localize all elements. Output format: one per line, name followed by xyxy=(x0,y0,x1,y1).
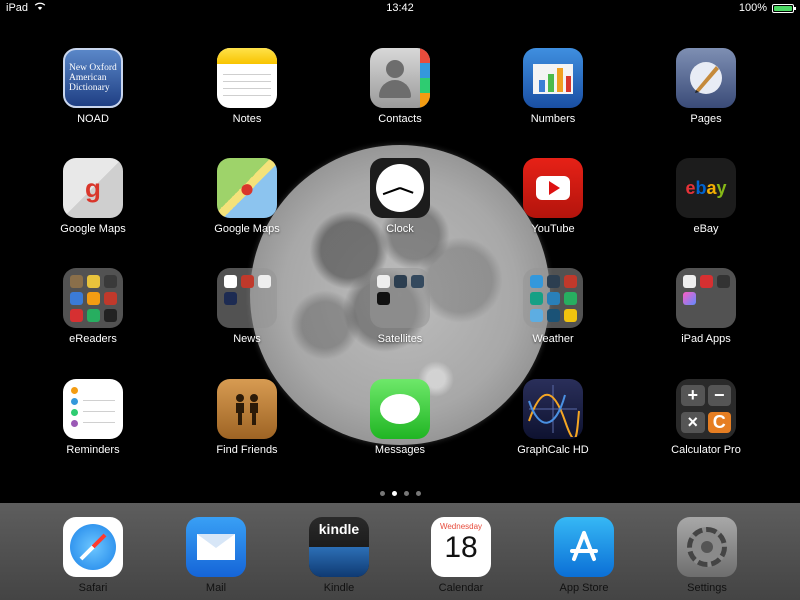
graphcalc-icon xyxy=(523,379,583,439)
calendar-day: 18 xyxy=(444,531,478,564)
status-time: 13:42 xyxy=(386,2,414,14)
app-google-maps-2[interactable]: ● Google Maps xyxy=(187,158,307,235)
status-bar: iPad 13:42 100% xyxy=(0,0,800,16)
app-youtube[interactable]: YouTube xyxy=(493,158,613,235)
page-dot[interactable] xyxy=(415,491,421,496)
app-label: Google Maps xyxy=(60,223,126,235)
notes-icon xyxy=(217,48,277,108)
folder-icon xyxy=(523,268,583,328)
folder-icon xyxy=(63,268,123,328)
ebay-icon: ebay xyxy=(676,158,736,218)
messages-icon xyxy=(370,379,430,439)
mail-icon xyxy=(186,517,246,577)
contacts-icon xyxy=(370,48,430,108)
ebay-logo-text: ebay xyxy=(685,177,727,198)
youtube-icon xyxy=(523,158,583,218)
clock-icon xyxy=(370,158,430,218)
pages-icon xyxy=(676,48,736,108)
dock-safari[interactable]: Safari xyxy=(33,517,153,594)
app-notes[interactable]: Notes xyxy=(187,48,307,125)
kindle-logo-text: kindle xyxy=(318,521,360,537)
app-label: Messages xyxy=(374,444,426,456)
page-dot[interactable] xyxy=(391,491,397,496)
battery-fill xyxy=(774,5,792,11)
app-label: Weather xyxy=(532,333,574,345)
numbers-icon xyxy=(523,48,583,108)
app-label: Numbers xyxy=(530,113,576,125)
safari-icon xyxy=(63,517,123,577)
app-find-friends[interactable]: Find Friends xyxy=(187,379,307,456)
app-graphcalc[interactable]: GraphCalc HD xyxy=(493,379,613,456)
calculator-icon: + − × C xyxy=(676,379,736,439)
app-label: Calculator Pro xyxy=(671,444,741,456)
page-dot[interactable] xyxy=(379,491,385,496)
app-label: GraphCalc HD xyxy=(517,444,589,456)
app-label: App Store xyxy=(559,582,609,594)
status-right: 100% xyxy=(738,2,796,14)
app-noad[interactable]: New Oxford American Dictionary NOAD xyxy=(33,48,153,125)
app-reminders[interactable]: Reminders xyxy=(33,379,153,456)
page-dot[interactable] xyxy=(403,491,409,496)
app-label: Kindle xyxy=(323,582,355,594)
kindle-icon: kindle xyxy=(309,517,369,577)
app-label: Clock xyxy=(386,223,414,235)
calendar-icon: Wednesday 18 xyxy=(431,517,491,577)
app-calculator-pro[interactable]: + − × C Calculator Pro xyxy=(646,379,766,456)
app-pages[interactable]: Pages xyxy=(646,48,766,125)
settings-icon xyxy=(677,517,737,577)
app-label: Satellites xyxy=(377,333,423,345)
oxford-dictionary-icon: New Oxford American Dictionary xyxy=(63,48,123,108)
app-numbers[interactable]: Numbers xyxy=(493,48,613,125)
app-label: Mail xyxy=(205,582,227,594)
folder-icon xyxy=(676,268,736,328)
calendar-weekday: Wednesday xyxy=(439,522,483,531)
folder-ereaders[interactable]: eReaders xyxy=(33,268,153,345)
app-label: eBay xyxy=(693,223,719,235)
app-clock[interactable]: Clock xyxy=(340,158,460,235)
google-maps-icon: g xyxy=(63,158,123,218)
app-label: eReaders xyxy=(69,333,117,345)
app-label: Safari xyxy=(78,582,108,594)
dock-kindle[interactable]: kindle Kindle xyxy=(279,517,399,594)
dock-app-store[interactable]: App Store xyxy=(524,517,644,594)
app-label: iPad Apps xyxy=(681,333,731,345)
battery-icon xyxy=(772,3,796,13)
folder-icon xyxy=(370,268,430,328)
dock-settings[interactable]: Settings xyxy=(647,517,767,594)
app-label: Reminders xyxy=(66,444,120,456)
app-label: Settings xyxy=(687,582,727,594)
app-label: Find Friends xyxy=(216,444,278,456)
reminders-icon xyxy=(63,379,123,439)
noad-icon-text: New Oxford American Dictionary xyxy=(69,63,117,93)
battery-percent: 100% xyxy=(738,2,767,14)
app-label: Contacts xyxy=(378,113,422,125)
app-ebay[interactable]: ebay eBay xyxy=(646,158,766,235)
app-contacts[interactable]: Contacts xyxy=(340,48,460,125)
dock-calendar[interactable]: Wednesday 18 Calendar xyxy=(401,517,521,594)
page-indicator[interactable] xyxy=(0,491,800,496)
app-google-maps-1[interactable]: g Google Maps xyxy=(33,158,153,235)
app-store-icon xyxy=(554,517,614,577)
folder-weather[interactable]: Weather xyxy=(493,268,613,345)
app-label: Notes xyxy=(232,113,262,125)
dock-mail[interactable]: Mail xyxy=(156,517,276,594)
find-friends-icon xyxy=(217,379,277,439)
dock: Safari Mail kindle Kindle Wednesday 18 C… xyxy=(0,503,800,600)
google-maps-icon: ● xyxy=(217,158,277,218)
folder-ipad-apps[interactable]: iPad Apps xyxy=(646,268,766,345)
app-label: YouTube xyxy=(531,223,575,235)
app-label: Google Maps xyxy=(214,223,280,235)
folder-news[interactable]: News xyxy=(187,268,307,345)
app-label: Pages xyxy=(690,113,722,125)
folder-satellites[interactable]: Satellites xyxy=(340,268,460,345)
app-messages[interactable]: Messages xyxy=(340,379,460,456)
app-label: Calendar xyxy=(438,582,484,594)
app-label: NOAD xyxy=(77,113,109,125)
app-label: News xyxy=(233,333,261,345)
folder-icon xyxy=(217,268,277,328)
